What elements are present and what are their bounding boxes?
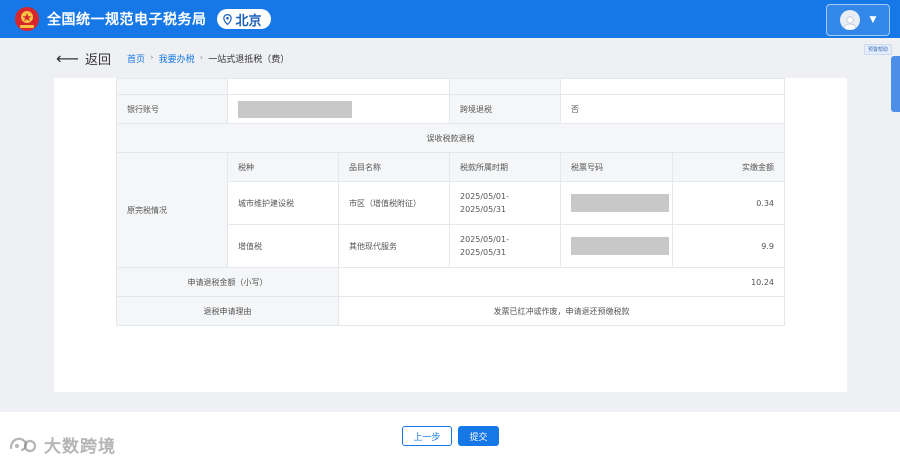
region-selector[interactable]: 北京: [216, 9, 271, 29]
column-header: 税款所属时期: [449, 152, 561, 182]
reason-label: 退税申请理由: [116, 296, 339, 326]
period-cell: 2025/05/01- 2025/05/31: [449, 181, 561, 225]
breadcrumb-separator-icon: ›: [149, 53, 154, 63]
column-header: 品目名称: [338, 152, 450, 182]
watermark: 大数跨境: [8, 432, 116, 457]
refund-form-table: 银行账号 跨境退税 否 误收税款退税 原完税情况 税种 品目名称 税款所属时期 …: [116, 78, 785, 326]
watermark-logo-icon: [9, 437, 37, 452]
side-float-tab[interactable]: [891, 56, 900, 112]
top-bar: 全国统一规范电子税务局 北京 ▼: [0, 0, 900, 38]
content-panel: 银行账号 跨境退税 否 误收税款退税 原完税情况 税种 品目名称 税款所属时期 …: [54, 78, 847, 392]
location-pin-icon: [222, 13, 232, 25]
table-row: 申请退税金额（小写） 10.24: [116, 267, 785, 297]
watermark-text: 大数跨境: [44, 437, 116, 457]
redacted-block: [571, 194, 669, 212]
breadcrumb-tax-service[interactable]: 我要办税: [159, 52, 195, 65]
ticket-number-cell: [560, 224, 673, 268]
redacted-block: [238, 100, 352, 118]
refund-amount-label: 申请退税金额（小写）: [116, 267, 339, 297]
breadcrumb-current: 一站式退抵税（费）: [208, 54, 290, 65]
side-help-tag[interactable]: 预警帮助: [863, 44, 892, 55]
user-menu-button[interactable]: ▼: [826, 4, 890, 36]
table-row: 银行账号 跨境退税 否: [116, 94, 785, 124]
cross-region-label: 跨境退税: [449, 94, 561, 124]
original-tax-label: 原完税情况: [116, 152, 228, 268]
table-row: [116, 78, 785, 95]
avatar: [839, 10, 860, 30]
previous-step-button[interactable]: 上一步: [402, 426, 452, 446]
column-header: 税种: [227, 152, 339, 182]
reason-value: 发票已红冲或作废，申请退还预缴税款: [338, 296, 785, 326]
amount-cell: 9.9: [672, 224, 785, 268]
item-cell: 市区（增值税附征）: [338, 181, 450, 225]
table-row: 退税申请理由 发票已红冲或作废，申请退还预缴税款: [116, 296, 785, 326]
chevron-down-icon: ▼: [869, 15, 877, 25]
back-button[interactable]: 返回: [85, 49, 111, 68]
nav-row: ⟵ 返回 首页 › 我要办税 › 一站式退抵税（费）: [0, 38, 900, 78]
item-cell: 其他现代服务: [338, 224, 450, 268]
column-header: 实缴金额: [672, 152, 785, 182]
tax-type-cell: 增值税: [227, 224, 339, 268]
redacted-block: [571, 237, 669, 255]
cross-region-value: 否: [560, 94, 785, 124]
table-row: 误收税款退税: [116, 123, 785, 153]
ticket-number-cell: [560, 181, 673, 225]
app-title: 全国统一规范电子税务局: [47, 12, 207, 28]
period-cell: 2025/05/01- 2025/05/31: [449, 224, 561, 268]
bank-account-value: [227, 94, 450, 124]
breadcrumb-separator-icon: ›: [199, 53, 204, 63]
user-icon: [843, 16, 856, 30]
column-header: 税票号码: [560, 152, 673, 182]
region-label: 北京: [235, 13, 262, 29]
tax-type-cell: 城市维护建设税: [227, 181, 339, 225]
tax-emblem-icon: [15, 7, 39, 31]
bank-account-label: 银行账号: [116, 94, 228, 124]
refund-amount-value: 10.24: [338, 267, 785, 297]
breadcrumb: 首页 › 我要办税 › 一站式退抵税（费）: [127, 52, 289, 65]
back-arrow-icon[interactable]: ⟵: [56, 49, 79, 68]
submit-button[interactable]: 提交: [458, 426, 499, 446]
section-title: 误收税款退税: [116, 123, 785, 153]
footer-bar: 大数跨境 上一步 提交: [0, 412, 900, 462]
table-header-row: 原完税情况 税种 品目名称 税款所属时期 税票号码 实缴金额: [116, 152, 785, 268]
amount-cell: 0.34: [672, 181, 785, 225]
breadcrumb-home[interactable]: 首页: [127, 52, 145, 65]
